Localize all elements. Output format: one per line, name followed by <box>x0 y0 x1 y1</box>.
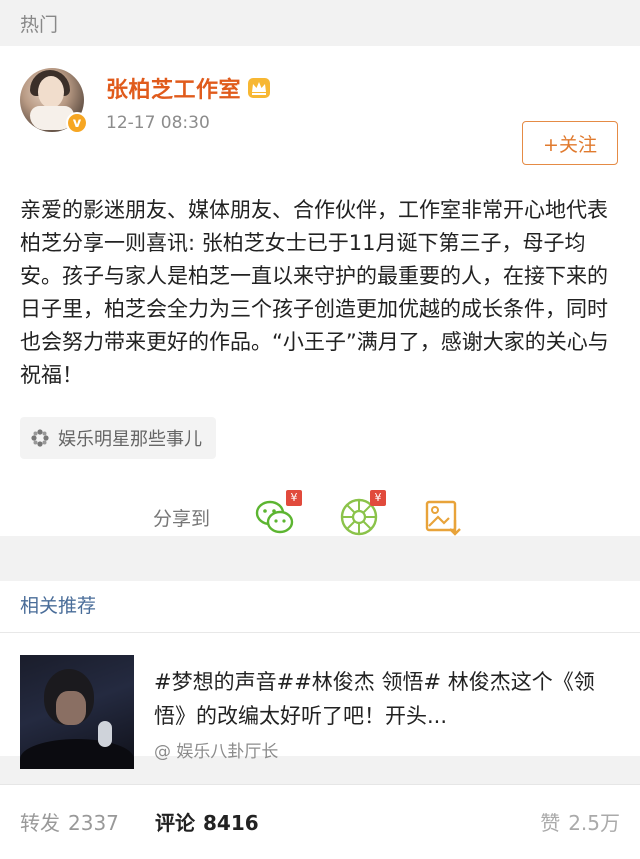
user-name[interactable]: 张柏芝工作室 <box>106 72 241 104</box>
comment-count: 8416 <box>203 811 259 835</box>
red-packet-badge: ¥ <box>286 490 303 506</box>
comment-tab[interactable]: 评论 8416 <box>155 807 259 836</box>
post-text: 亲爱的影迷朋友、媒体朋友、合作伙伴，工作室非常开心地代表柏芝分享一则喜讯: 张柏… <box>20 198 609 387</box>
hot-section-header: 热门 <box>0 0 640 46</box>
post-card: v 张柏芝工作室 12-17 08:30 +关注 亲爱的影迷朋友、媒体朋友、合作… <box>0 46 640 536</box>
stats-bar: 转发 2337 评论 8416 赞 2.5万 <box>0 784 640 859</box>
post-header: v 张柏芝工作室 12-17 08:30 <box>20 68 271 134</box>
related-thumbnail[interactable] <box>20 655 134 769</box>
like-label: 赞 <box>540 811 561 835</box>
avatar[interactable]: v <box>20 68 88 134</box>
related-card: 相关推荐 #梦想的声音##林俊杰 领悟# 林俊杰这个《领悟》的改编太好听了吧！开… <box>0 581 640 769</box>
moments-share-button[interactable]: ¥ <box>338 490 387 538</box>
like-count: 2.5万 <box>568 811 620 835</box>
follow-button[interactable]: +关注 <box>522 121 618 165</box>
related-source[interactable]: @ 娱乐八卦厅长 <box>154 737 278 762</box>
repost-count: 2337 <box>68 811 119 835</box>
save-image-icon <box>425 500 461 536</box>
comment-label: 评论 <box>155 811 195 835</box>
topic-tag-label: 娱乐明星那些事儿 <box>58 429 202 450</box>
post-time: 12-17 08:30 <box>106 113 210 133</box>
flower-icon <box>31 429 49 447</box>
verified-icon: v <box>66 112 88 134</box>
share-row: 分享到 ¥ ¥ <box>153 490 506 538</box>
divider <box>0 632 640 633</box>
save-image-button[interactable] <box>422 496 464 538</box>
share-label: 分享到 <box>153 507 211 530</box>
repost-tab[interactable]: 转发 2337 <box>20 807 119 836</box>
repost-label: 转发 <box>20 811 60 835</box>
related-title: 相关推荐 <box>20 595 97 617</box>
related-text[interactable]: #梦想的声音##林俊杰 领悟# 林俊杰这个《领悟》的改编太好听了吧！开头... <box>154 665 624 733</box>
topic-tag[interactable]: 娱乐明星那些事儿 <box>20 417 216 459</box>
crown-icon <box>248 78 271 98</box>
wechat-share-button[interactable]: ¥ <box>254 490 303 538</box>
red-packet-badge: ¥ <box>370 490 387 506</box>
like-tab[interactable]: 赞 2.5万 <box>540 807 620 836</box>
